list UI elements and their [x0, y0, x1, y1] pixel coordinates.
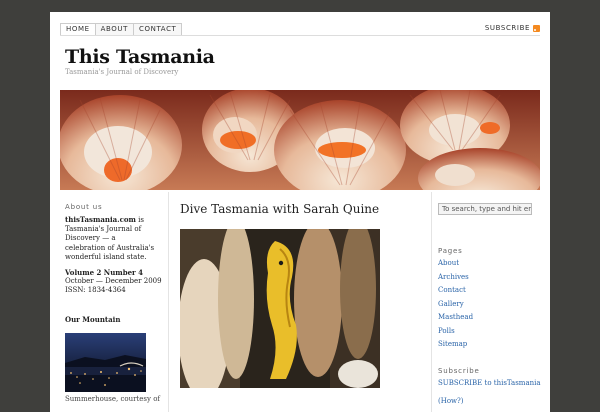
site-description: Tasmania's Journal of Discovery	[65, 68, 179, 76]
subscribe-label: SUBSCRIBE	[484, 24, 530, 32]
left-sidebar: About us thisTasmania.com is Tasmania's …	[60, 192, 169, 412]
about-text: thisTasmania.com is Tasmania's Journal o…	[65, 215, 157, 262]
page-link-contact[interactable]: Contact	[438, 286, 473, 300]
about-site-name: thisTasmania.com	[65, 215, 136, 224]
search-input[interactable]: To search, type and hit enter	[438, 203, 532, 215]
page-link-gallery[interactable]: Gallery	[438, 300, 473, 314]
subscribe-feed-link[interactable]: SUBSCRIBE to thisTasmania	[438, 379, 541, 387]
top-nav: HOME ABOUT CONTACT	[60, 23, 183, 36]
mountain-title: Our Mountain	[65, 315, 121, 324]
page-link-about[interactable]: About	[438, 259, 473, 273]
right-sidebar: To search, type and hit enter Pages Abou…	[431, 192, 541, 412]
issue-info: Volume 2 Number 4 October — December 200…	[65, 268, 165, 296]
page: HOME ABOUT CONTACT SUBSCRIBE This Tasman…	[50, 12, 550, 412]
seahorse-photo[interactable]	[180, 229, 380, 388]
about-title: About us	[65, 203, 103, 211]
page-link-masthead[interactable]: Masthead	[438, 313, 473, 327]
issue-issn: ISSN: 1834-4364	[65, 286, 126, 295]
issue-volume: Volume 2 Number 4	[65, 268, 144, 277]
mountain-night-photo[interactable]	[65, 333, 146, 392]
nav-divider	[60, 35, 540, 36]
page-link-polls[interactable]: Polls	[438, 327, 473, 341]
post-title[interactable]: Dive Tasmania with Sarah Quine	[180, 202, 379, 216]
subscribe-title: Subscribe	[438, 367, 480, 375]
rss-icon	[533, 24, 540, 32]
pages-list: About Archives Contact Gallery Masthead …	[438, 259, 473, 354]
page-link-sitemap[interactable]: Sitemap	[438, 340, 473, 354]
how-link[interactable]: (How?)	[438, 397, 464, 405]
main-content: Dive Tasmania with Sarah Quine	[168, 192, 432, 412]
site-title[interactable]: This Tasmania	[65, 46, 215, 68]
pages-title: Pages	[438, 247, 463, 255]
issue-dates: October — December 2009	[65, 277, 162, 286]
subscribe-link[interactable]: SUBSCRIBE	[485, 24, 540, 32]
page-link-archives[interactable]: Archives	[438, 273, 473, 287]
mountain-caption: Summerhouse, courtesy of	[65, 395, 161, 403]
header-banner-image	[60, 90, 540, 190]
